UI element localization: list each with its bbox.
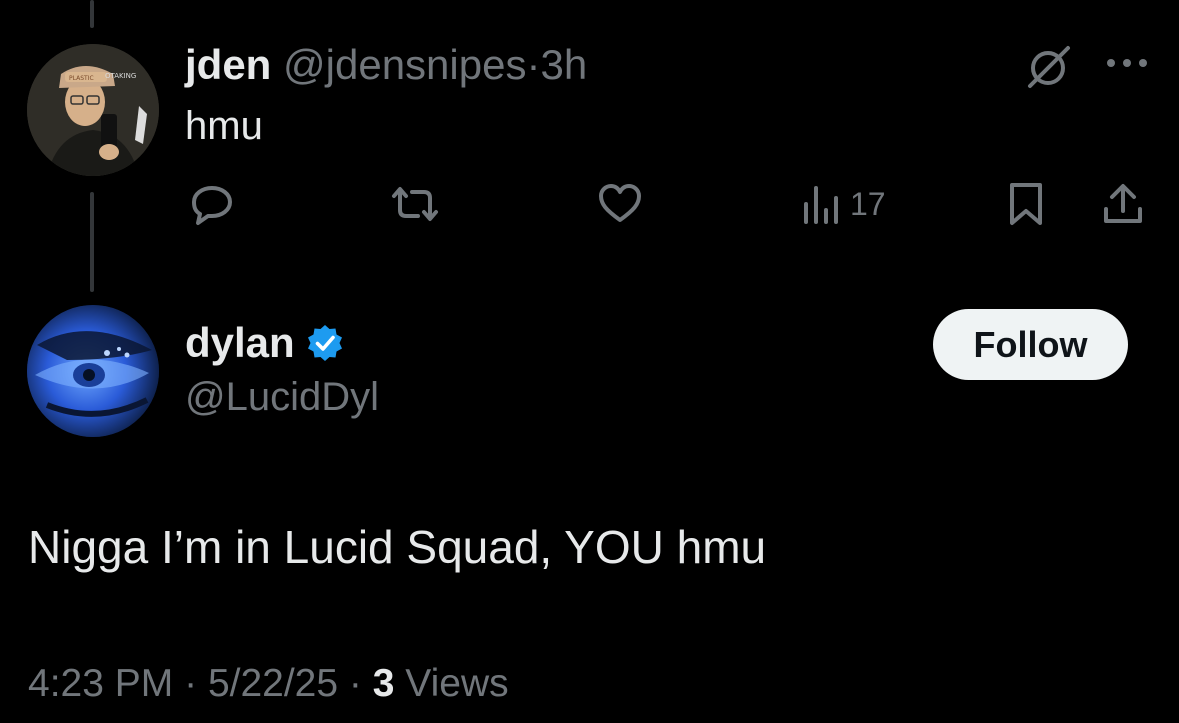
like-button[interactable] <box>596 178 644 230</box>
avatar-dylan[interactable] <box>27 305 159 437</box>
more-icon[interactable] <box>1104 50 1150 76</box>
tweet-text: hmu <box>185 104 263 148</box>
views-button[interactable]: 17 <box>800 178 886 230</box>
svg-text:PLASTIC: PLASTIC <box>69 75 94 82</box>
bookmark-button[interactable] <box>1004 178 1048 230</box>
avatar-dylan-illustration <box>27 305 159 437</box>
avatar-jden-illustration: PLASTIC OTAKING <box>27 44 159 176</box>
reply-views-count: 3 <box>372 662 395 705</box>
share-button[interactable] <box>1098 178 1148 230</box>
author-name[interactable]: jden <box>185 41 271 88</box>
thread-connector <box>90 192 94 292</box>
header-separator: · <box>526 41 541 88</box>
author-handle[interactable]: @jdensnipes <box>283 41 526 88</box>
heart-icon <box>599 184 641 222</box>
views-count: 17 <box>850 185 886 222</box>
meta-separator: · <box>184 662 198 705</box>
follow-button[interactable]: Follow <box>933 309 1128 380</box>
grok-icon[interactable] <box>1024 42 1074 92</box>
avatar-jden[interactable]: PLASTIC OTAKING <box>27 44 159 176</box>
meta-separator-2: · <box>348 662 362 705</box>
reply-views-label: Views <box>405 662 509 705</box>
repost-button[interactable] <box>388 178 442 230</box>
reply-author-name[interactable]: dylan <box>185 318 295 368</box>
tweet-header: jden @jdensnipes·3h <box>185 40 587 90</box>
repost-icon <box>392 187 438 221</box>
reply-text: Nigga I’m in Lucid Squad, YOU hmu <box>28 521 767 573</box>
reply-date[interactable]: 5/22/25 <box>208 662 338 705</box>
tweet-time[interactable]: 3h <box>540 41 587 88</box>
reply-author-name-row: dylan <box>185 318 345 368</box>
thread-connector-top <box>90 0 94 28</box>
reply-time[interactable]: 4:23 PM <box>28 662 173 705</box>
views-icon <box>804 186 838 224</box>
reply-icon <box>192 186 232 225</box>
reply-button[interactable] <box>188 178 236 230</box>
svg-text:OTAKING: OTAKING <box>105 72 136 80</box>
verified-badge-icon[interactable] <box>305 323 345 363</box>
reply-author-handle[interactable]: @LucidDyl <box>185 372 379 422</box>
share-icon <box>1104 184 1142 223</box>
bookmark-icon <box>1010 183 1042 225</box>
reply-meta: 4:23 PM · 5/22/25 · 3 Views <box>28 658 509 710</box>
